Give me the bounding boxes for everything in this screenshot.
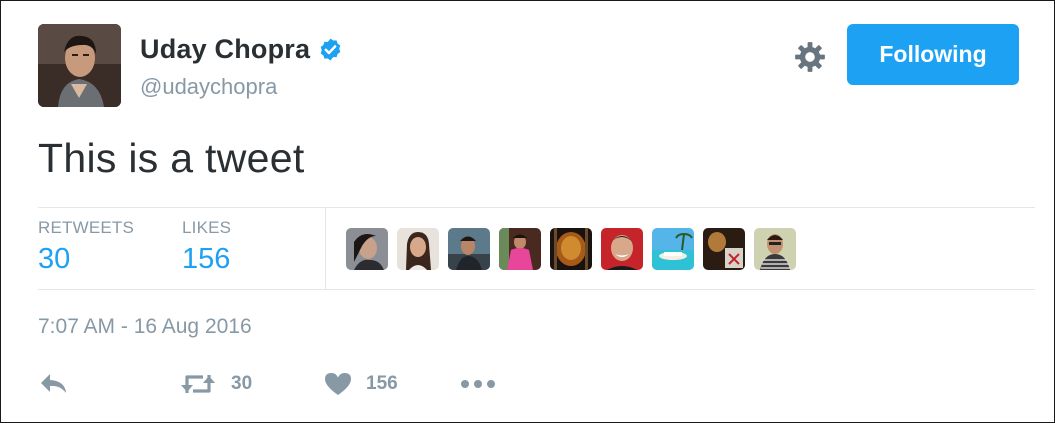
more-button[interactable] xyxy=(460,371,496,397)
author-avatar[interactable] xyxy=(38,24,121,107)
author-handle[interactable]: @udaychopra xyxy=(140,74,277,100)
retweets-count: 30 xyxy=(38,243,71,275)
retweet-count: 30 xyxy=(231,373,253,394)
retweet-icon xyxy=(181,375,215,393)
liker-avatar[interactable] xyxy=(601,228,643,270)
tweet-timestamp[interactable]: 7:07 AM - 16 Aug 2016 xyxy=(38,315,252,339)
likes-label: LIKES xyxy=(182,218,232,237)
verified-badge-icon xyxy=(320,38,341,61)
author-name-row: Uday Chopra xyxy=(140,34,343,65)
following-button[interactable]: Following xyxy=(847,24,1019,85)
reply-icon xyxy=(41,374,66,393)
like-button[interactable]: 156 xyxy=(324,371,398,397)
author-display-name[interactable]: Uday Chopra xyxy=(140,34,310,65)
retweet-button[interactable]: 30 xyxy=(179,371,252,397)
like-count: 156 xyxy=(366,373,398,394)
liker-avatar[interactable] xyxy=(652,228,694,270)
gear-icon[interactable] xyxy=(793,40,827,74)
retweets-stat[interactable]: RETWEETS 30 xyxy=(38,218,134,276)
stats-bottom-divider xyxy=(38,289,1035,290)
liker-avatar[interactable] xyxy=(346,228,388,270)
retweets-label: RETWEETS xyxy=(38,218,135,237)
tweet-text: This is a tweet xyxy=(38,135,305,181)
stats-vertical-divider xyxy=(325,207,326,289)
tweet-card: Uday Chopra @udaychopra Following This i… xyxy=(0,0,1055,423)
liker-avatars xyxy=(346,228,796,270)
more-icon xyxy=(461,380,495,388)
likes-stat[interactable]: LIKES 156 xyxy=(182,218,231,276)
stats-top-divider xyxy=(38,207,1035,208)
heart-icon xyxy=(325,373,351,395)
liker-avatar[interactable] xyxy=(754,228,796,270)
likes-count: 156 xyxy=(182,243,231,275)
liker-avatar[interactable] xyxy=(550,228,592,270)
liker-avatar[interactable] xyxy=(448,228,490,270)
reply-button[interactable] xyxy=(38,371,70,397)
liker-avatar[interactable] xyxy=(499,228,541,270)
liker-avatar[interactable] xyxy=(397,228,439,270)
liker-avatar[interactable] xyxy=(703,228,745,270)
